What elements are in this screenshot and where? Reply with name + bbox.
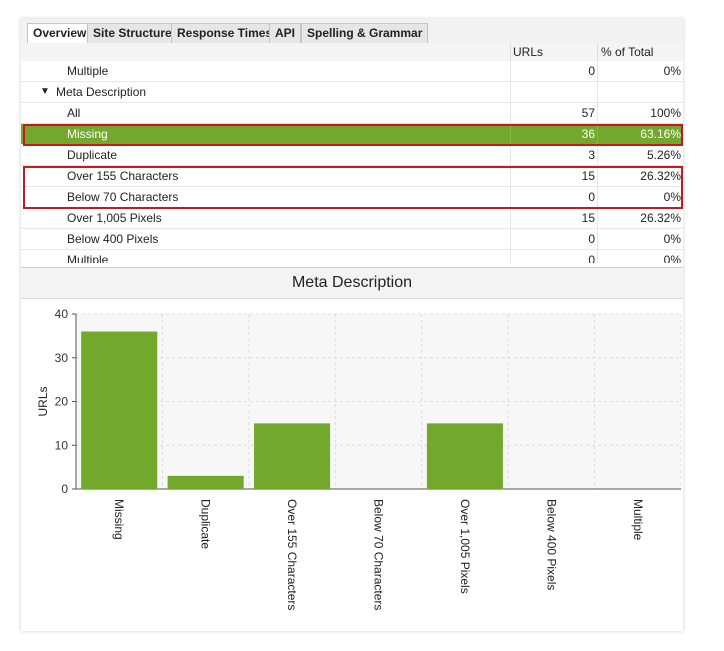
y-axis-label: URLs xyxy=(36,386,50,416)
tab-spelling-grammar[interactable]: Spelling & Grammar xyxy=(301,23,429,43)
y-tick-label: 20 xyxy=(55,395,69,409)
row-percent: 100% xyxy=(650,106,681,120)
tab-site-structure[interactable]: Site Structure xyxy=(87,23,178,43)
x-tick-label: Below 70 Characters xyxy=(372,499,386,610)
bar xyxy=(81,331,158,489)
column-header-urls[interactable]: URLs xyxy=(513,43,543,61)
table-header: URLs % of Total xyxy=(21,43,683,62)
tab-bar: Overview Site Structure Response Times A… xyxy=(21,19,683,44)
tab-response-times[interactable]: Response Times xyxy=(171,23,279,43)
y-tick-label: 40 xyxy=(55,307,69,321)
row-urls: 0 xyxy=(588,253,595,263)
x-tick-label: Below 400 Pixels xyxy=(544,499,558,590)
row-percent: 0% xyxy=(663,253,681,263)
bar xyxy=(167,475,244,489)
collapse-triangle-icon[interactable]: ▼ xyxy=(40,82,50,102)
column-divider xyxy=(597,43,598,61)
x-tick-label: Multiple xyxy=(631,499,645,541)
row-urls: 15 xyxy=(581,211,595,225)
row-percent: 26.32% xyxy=(640,211,681,225)
tab-api[interactable]: API xyxy=(269,23,302,43)
row-label: Below 400 Pixels xyxy=(67,232,159,246)
row-urls: 3 xyxy=(588,148,595,162)
table-row[interactable]: Over 1,005 Pixels 15 26.32% xyxy=(21,208,683,229)
row-label: Meta Description xyxy=(56,85,147,99)
y-tick-label: 30 xyxy=(55,351,69,365)
row-label: Multiple xyxy=(67,64,109,78)
bar-chart: 0 10 20 30 40 URLs Missing Duplicate Over 155 C… xyxy=(36,307,682,610)
row-percent: 0% xyxy=(663,232,681,246)
y-tick-label: 10 xyxy=(55,438,69,452)
row-label: Over 1,005 Pixels xyxy=(67,211,162,225)
row-urls: 0 xyxy=(588,64,595,78)
bar xyxy=(254,423,331,489)
tab-overview[interactable]: Overview xyxy=(27,23,93,44)
row-label: Multiple xyxy=(67,253,109,263)
y-tick-label: 0 xyxy=(61,482,68,496)
row-urls: 57 xyxy=(581,106,595,120)
highlight-box-missing xyxy=(23,124,683,146)
x-tick-label: Over 1,005 Pixels xyxy=(458,499,472,594)
overview-table: URLs % of Total Multiple 0 0% ▼ Meta Des… xyxy=(21,43,683,263)
app-window: Overview Site Structure Response Times A… xyxy=(21,19,683,631)
row-percent: 0% xyxy=(663,64,681,78)
column-header-percent[interactable]: % of Total xyxy=(601,43,653,61)
chart-title: Meta Description xyxy=(21,268,683,299)
table-row-group[interactable]: ▼ Meta Description xyxy=(21,82,683,103)
x-tick-label: Missing xyxy=(112,499,126,540)
x-tick-label: Over 155 Characters xyxy=(285,499,299,610)
x-tick-label: Duplicate xyxy=(199,499,213,549)
highlight-box-length xyxy=(23,166,683,209)
table-row-partial[interactable]: Multiple 0 0% xyxy=(21,250,683,263)
table-row[interactable]: Multiple 0 0% xyxy=(21,61,683,82)
bar xyxy=(426,423,503,489)
table-row[interactable]: Duplicate 3 5.26% xyxy=(21,145,683,166)
column-divider xyxy=(510,43,511,61)
table-row[interactable]: Below 400 Pixels 0 0% xyxy=(21,229,683,250)
row-label: Duplicate xyxy=(67,148,118,162)
row-label: All xyxy=(67,106,81,120)
table-row[interactable]: All 57 100% xyxy=(21,103,683,124)
row-urls: 0 xyxy=(588,232,595,246)
row-percent: 5.26% xyxy=(646,148,681,162)
chart-panel: Meta Description 0 10 20 30 40 URLs Missing Du… xyxy=(21,267,683,631)
